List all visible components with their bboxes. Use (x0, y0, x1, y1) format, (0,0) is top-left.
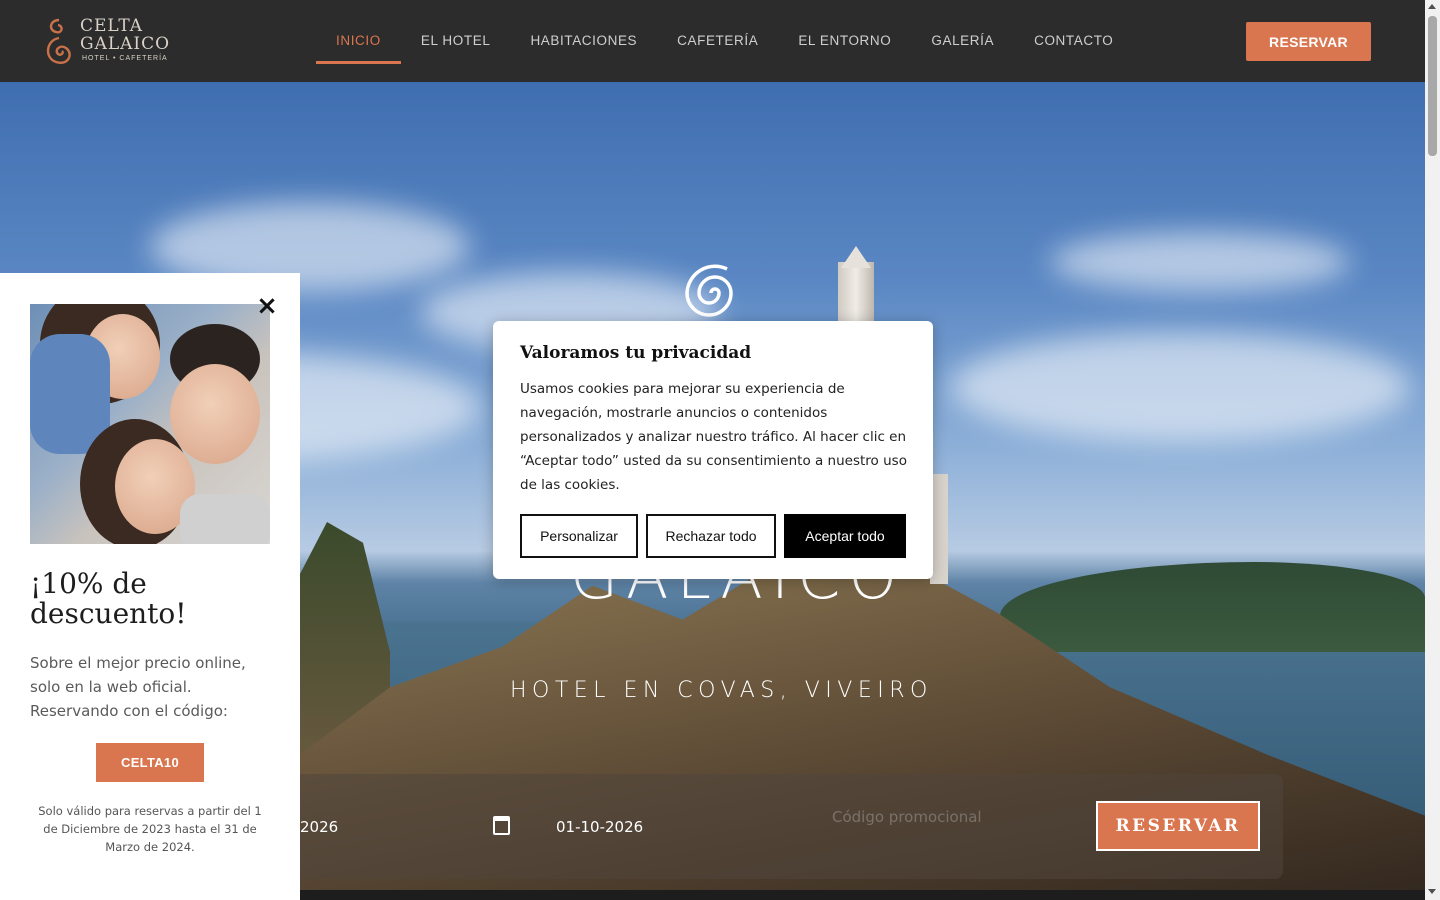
nav-item-cafeteria[interactable]: CAFETERÍA (657, 0, 778, 82)
customize-button[interactable]: Personalizar (520, 514, 638, 558)
cloud (950, 332, 1410, 442)
nav-item-galeria[interactable]: GALERÍA (911, 0, 1014, 82)
photo-detail (180, 494, 270, 544)
site-logo[interactable]: CELTA GALAICO HOTEL • CAFETERÍA (42, 12, 172, 72)
nav-item-habitaciones[interactable]: HABITACIONES (510, 0, 657, 82)
nav-item-el-entorno[interactable]: EL ENTORNO (778, 0, 911, 82)
hero-spiral-icon (685, 264, 733, 317)
reserve-button[interactable]: RESERVAR (1246, 22, 1371, 61)
promo-note: Solo válido para reservas a partir del 1… (38, 804, 262, 854)
promo-code-input[interactable]: Código promocional (832, 808, 982, 826)
scroll-down-icon[interactable] (1428, 889, 1436, 894)
checkin-date-field[interactable]: 2026 (300, 818, 338, 836)
checkout-date-field[interactable]: 01-10-2026 (556, 818, 643, 836)
distant-hills (1000, 562, 1425, 652)
cookie-dialog: Valoramos tu privacidad Usamos cookies p… (493, 321, 933, 579)
nav-item-el-hotel[interactable]: EL HOTEL (401, 0, 511, 82)
booking-reserve-button[interactable]: RESERVAR (1096, 801, 1260, 851)
site-header: CELTA GALAICO HOTEL • CAFETERÍA INICIO E… (0, 0, 1425, 82)
logo-line-1: CELTA (80, 16, 144, 36)
promo-title: ¡10% de descuento! (30, 567, 187, 630)
promo-text: Sobre el mejor precio online, solo en la… (30, 654, 246, 720)
calendar-icon[interactable] (493, 816, 510, 835)
spiral-logo-icon (46, 18, 71, 64)
logo-line-2: GALAICO (80, 34, 171, 54)
reject-all-button[interactable]: Rechazar todo (646, 514, 776, 558)
cookie-text: Usamos cookies para mejorar su experienc… (520, 381, 907, 493)
page-scrollbar[interactable] (1425, 0, 1440, 900)
cookie-title: Valoramos tu privacidad (520, 343, 752, 363)
scroll-thumb[interactable] (1428, 16, 1437, 156)
main-nav: INICIO EL HOTEL HABITACIONES CAFETERÍA E… (316, 0, 1133, 82)
accept-all-button[interactable]: Aceptar todo (784, 514, 906, 558)
close-icon[interactable]: × (254, 293, 280, 321)
promo-code-button[interactable]: CELTA10 (96, 743, 204, 782)
lighthouse-top (841, 246, 871, 268)
scroll-up-icon[interactable] (1428, 4, 1436, 9)
nav-item-inicio[interactable]: INICIO (316, 0, 401, 82)
promo-popup: × ¡10% de descuento! Sobre el mejor prec… (0, 273, 300, 900)
cloud (1050, 232, 1350, 292)
hero-subtitle: HOTEL EN COVAS, VIVEIRO (510, 678, 933, 703)
nav-item-contacto[interactable]: CONTACTO (1014, 0, 1133, 82)
photo-detail (170, 364, 260, 464)
family-photo (30, 304, 270, 544)
page-bottom-strip (300, 890, 1425, 900)
logo-line-3: HOTEL • CAFETERÍA (82, 55, 168, 62)
